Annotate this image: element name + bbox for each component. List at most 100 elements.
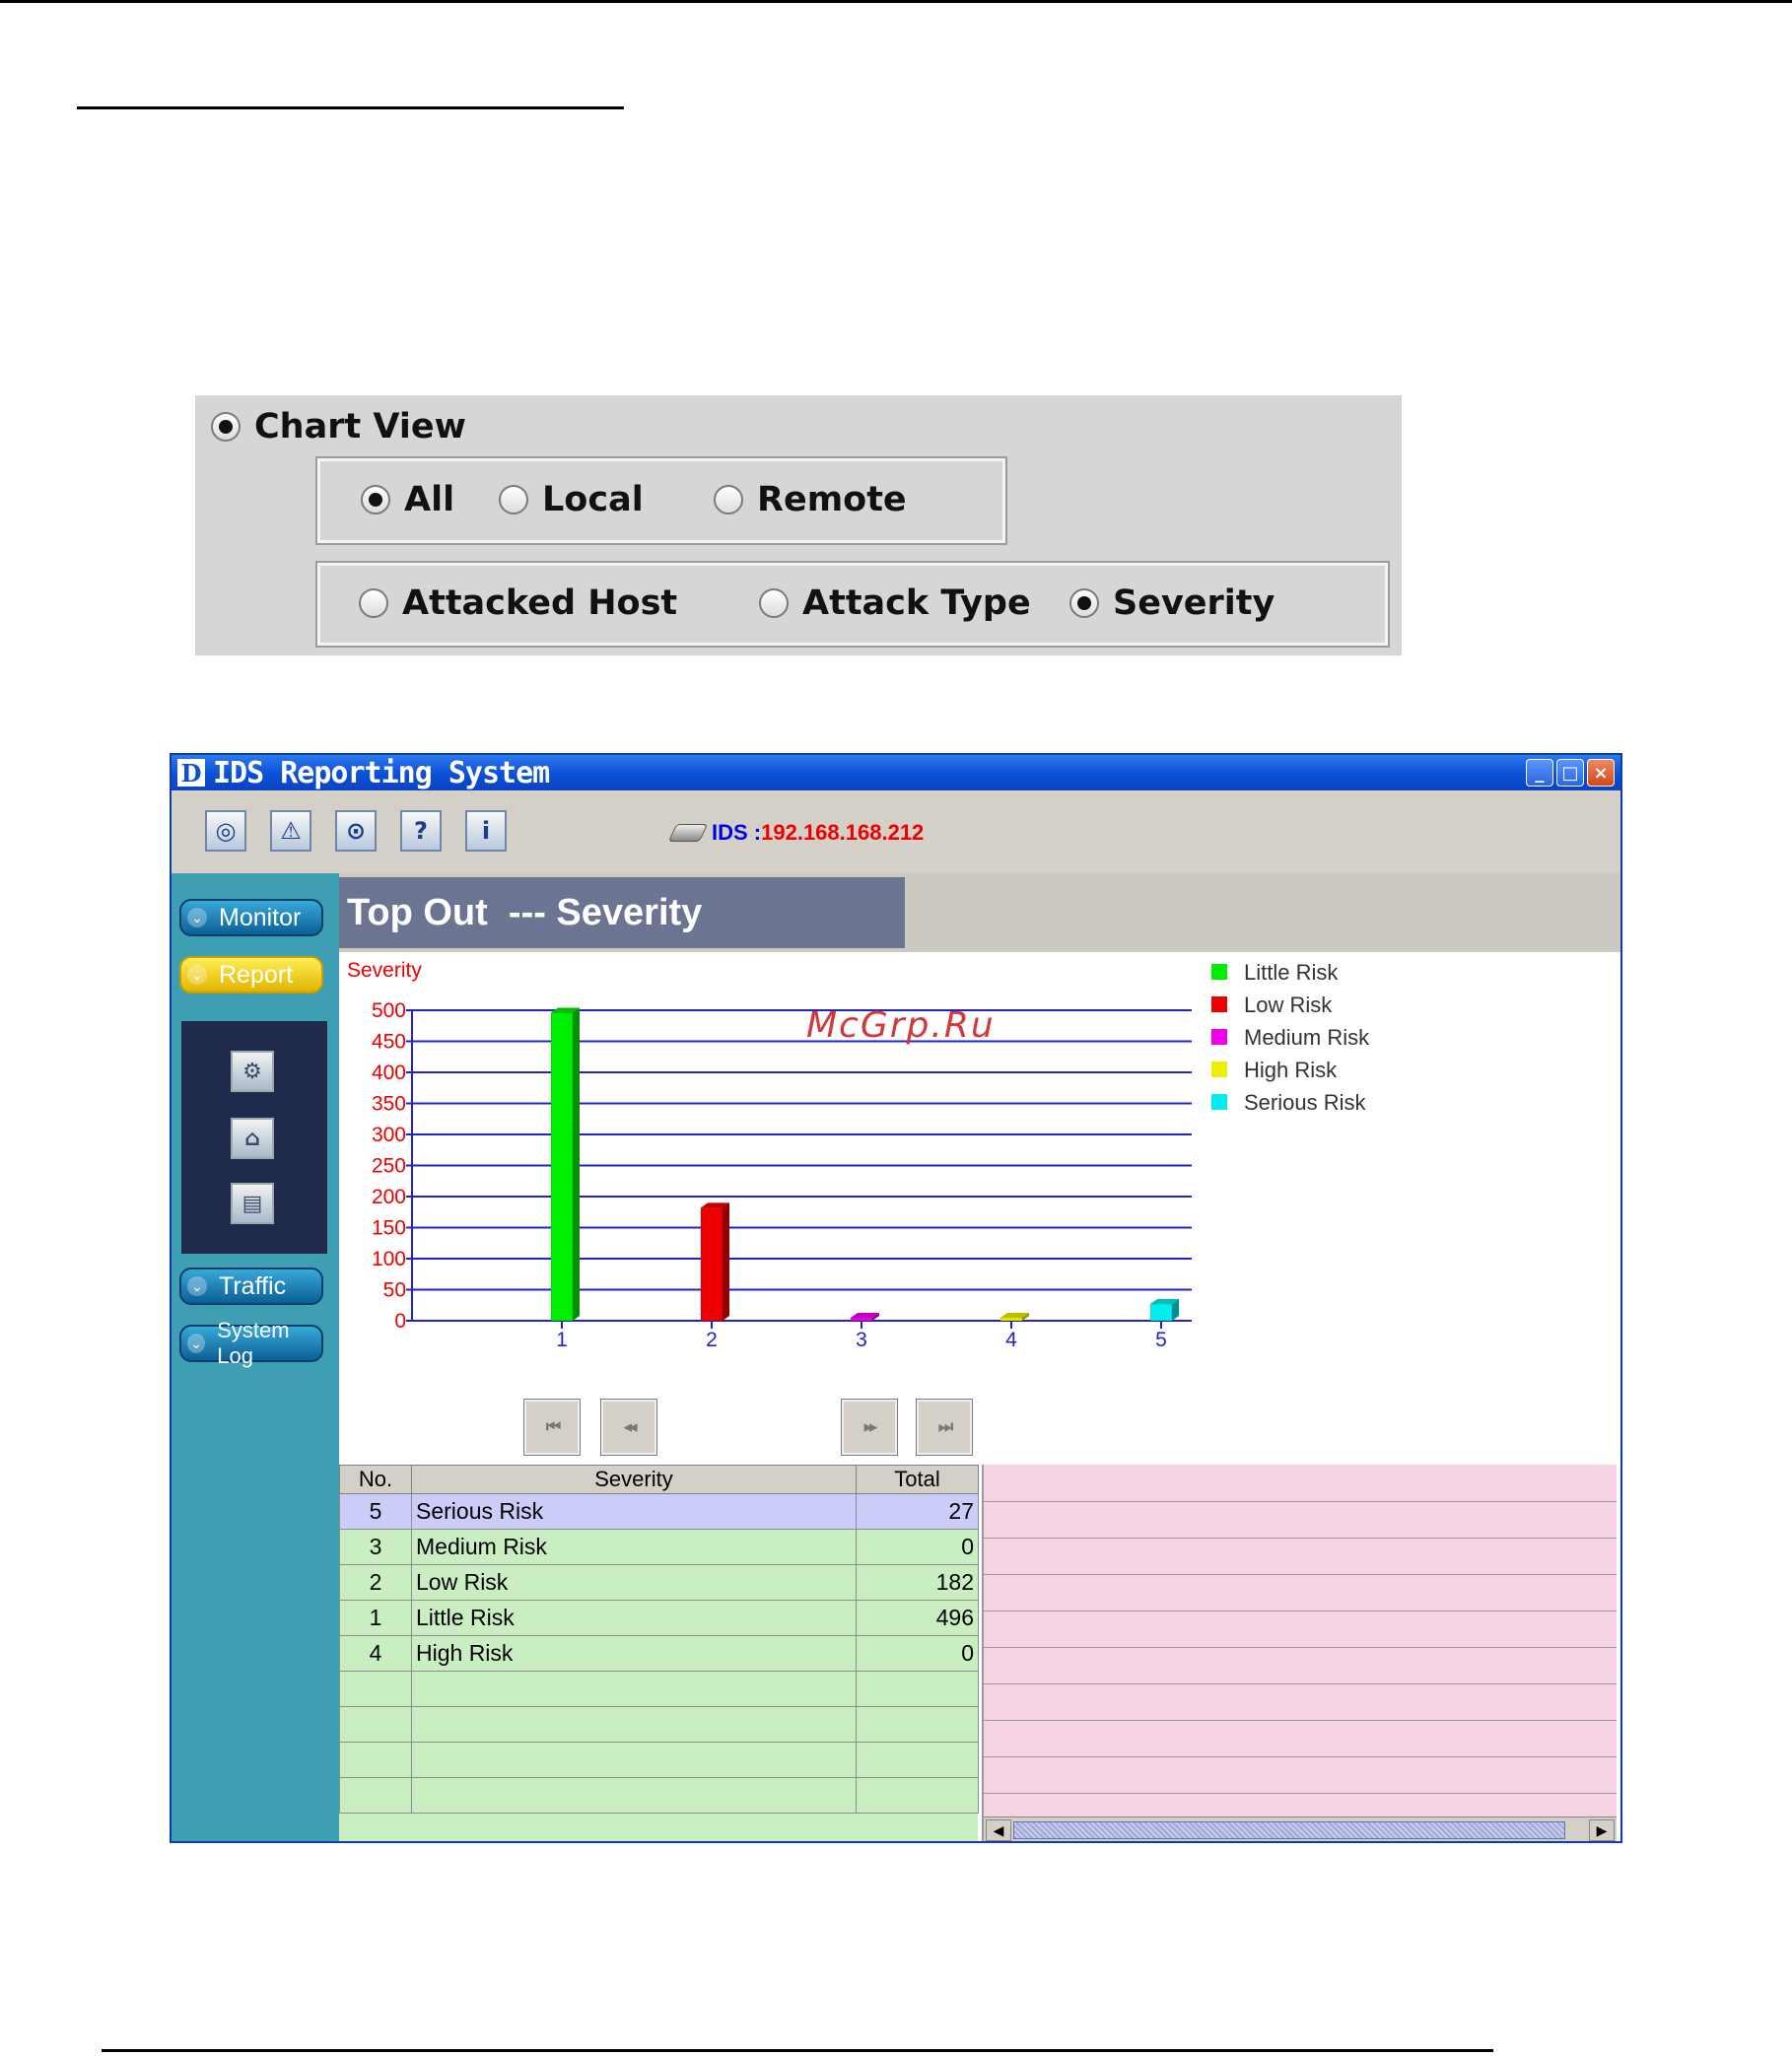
cell-total: 0 [856,1529,979,1565]
legend-label: High Risk [1244,1058,1338,1082]
cell-severity: Medium Risk [411,1529,857,1565]
home-chart-icon[interactable]: ⌂ [231,1118,274,1159]
y-tick-label: 300 [372,1124,406,1146]
minimize-icon[interactable]: _ [1526,759,1553,787]
table-row[interactable]: 4 High Risk 0 [339,1635,979,1672]
previous-page-button[interactable]: ◂◂ [600,1399,657,1456]
report-header: Top Out --- Severity [339,873,1620,952]
detail-row-divider [984,1793,1617,1794]
y-tick-label: 200 [372,1186,406,1208]
attacked-host-radio[interactable]: Attacked Host [359,583,677,623]
close-icon[interactable]: × [1587,759,1615,787]
cell-no: 3 [339,1529,412,1565]
detail-row-divider [984,1574,1617,1575]
scrollbar-thumb[interactable] [1013,1821,1565,1839]
bar-1[interactable] [550,1007,580,1322]
report-content: Top Out --- Severity Severity 0 50 100 150 20… [339,873,1620,1841]
radio-unselected-icon [499,485,528,514]
scope-all-radio[interactable]: All [361,480,454,519]
x-tick-label: 1 [556,1329,568,1351]
window-title: IDS Reporting System [213,755,550,790]
hard-disk-icon [667,824,709,842]
column-header-total[interactable]: Total [856,1465,979,1494]
next-page-button[interactable]: ▸▸ [841,1399,898,1456]
detail-row-divider [984,1720,1617,1721]
table-row[interactable] [339,1706,979,1743]
horizontal-scrollbar[interactable]: ◀ ▶ [984,1816,1617,1841]
table-row[interactable]: 1 Little Risk 496 [339,1600,979,1636]
cell-total [856,1777,979,1814]
detail-row-divider [984,1647,1617,1648]
table-row[interactable]: 2 Low Risk 182 [339,1564,979,1601]
table-row[interactable] [339,1742,979,1778]
nav-traffic-button[interactable]: ⌄ Traffic [179,1268,323,1305]
bar-3[interactable] [850,1313,879,1322]
printer-icon[interactable]: ▤ [231,1183,274,1224]
cell-total: 27 [856,1493,979,1530]
radio-unselected-icon [759,588,789,618]
bar-2[interactable] [700,1202,729,1322]
column-header-severity[interactable]: Severity [411,1465,857,1494]
maximize-icon[interactable]: □ [1556,759,1584,787]
legend-label: Low Risk [1244,993,1333,1017]
y-tick-label: 50 [383,1279,406,1302]
scope-remote-radio[interactable]: Remote [714,480,907,519]
radio-selected-icon [211,412,241,442]
attack-type-label: Attack Type [802,583,1031,623]
severity-radio[interactable]: Severity [1069,583,1275,623]
severity-table: No. Severity Total 5 Serious Risk 27 3 Mediu… [339,1465,979,1841]
bar-face [850,1317,873,1322]
table-row[interactable]: 5 Serious Risk 27 [339,1493,979,1530]
last-page-button[interactable]: ⏭ [916,1399,973,1456]
globe-icon[interactable]: ◎ [205,810,246,852]
chart-view-radio[interactable]: Chart View [211,407,466,446]
nav-system-log-label: System Log [217,1318,290,1368]
first-page-button[interactable]: ⏮ [523,1399,581,1456]
scroll-left-icon[interactable]: ◀ [986,1819,1011,1841]
bar-4[interactable] [999,1313,1029,1322]
legend-swatch [1211,964,1227,980]
alert-icon[interactable]: ⚠ [270,810,311,852]
y-axis-title: Severity [347,959,422,982]
nav-system-log-button[interactable]: ⌄ System Log [179,1318,323,1368]
scope-local-radio[interactable]: Local [499,480,644,519]
table-row[interactable]: 3 Medium Risk 0 [339,1529,979,1565]
ids-ip: 192.168.168.212 [761,820,925,845]
table-row[interactable] [339,1671,979,1707]
y-tick-label: 500 [372,999,406,1022]
column-header-no[interactable]: No. [339,1465,412,1494]
cell-total: 0 [856,1635,979,1672]
x-tick-label: 4 [1005,1329,1017,1351]
legend-swatch [1211,1094,1227,1110]
y-tick-label: 0 [394,1310,406,1333]
scroll-right-icon[interactable]: ▶ [1589,1819,1615,1841]
attacked-host-label: Attacked Host [402,583,678,623]
scope-local-label: Local [542,480,644,519]
chevron-down-icon: ⌄ [187,1276,207,1296]
cell-total: 182 [856,1564,979,1601]
radio-unselected-icon [359,588,388,618]
title-bar[interactable]: D IDS Reporting System _ □ × [172,755,1620,790]
camera-icon[interactable]: ⊙ [335,810,377,852]
chevron-down-icon: ⌄ [187,965,207,985]
watermark: McGrp.Ru [806,1005,996,1046]
chart-icon[interactable]: ⚙ [231,1051,274,1092]
nav-monitor-button[interactable]: ⌄ Monitor [179,899,323,936]
info-icon[interactable]: i [465,810,507,852]
y-tick-label: 100 [372,1248,406,1270]
help-icon[interactable]: ? [400,810,442,852]
cell-severity: Low Risk [411,1564,857,1601]
cell-severity [411,1671,857,1707]
ids-reporting-window: D IDS Reporting System _ □ × ◎ ⚠ ⊙ ? i I… [170,753,1622,1843]
attack-type-radio[interactable]: Attack Type [759,583,1031,623]
nav-report-button[interactable]: ⌄ Report [179,956,323,994]
cell-no [339,1671,412,1707]
toolbar: ◎ ⚠ ⊙ ? i IDS : 192.168.168.212 [172,790,1620,873]
bar-5[interactable] [1149,1298,1179,1322]
table-row[interactable] [339,1777,979,1814]
x-tick-label: 3 [856,1329,867,1351]
cell-no: 2 [339,1564,412,1601]
bar-side [723,1202,729,1321]
nav-report-label: Report [219,960,294,989]
severity-bar-chart: Severity 0 50 100 150 200 250 300 350 400 450 500 1 2… [347,959,1370,1351]
